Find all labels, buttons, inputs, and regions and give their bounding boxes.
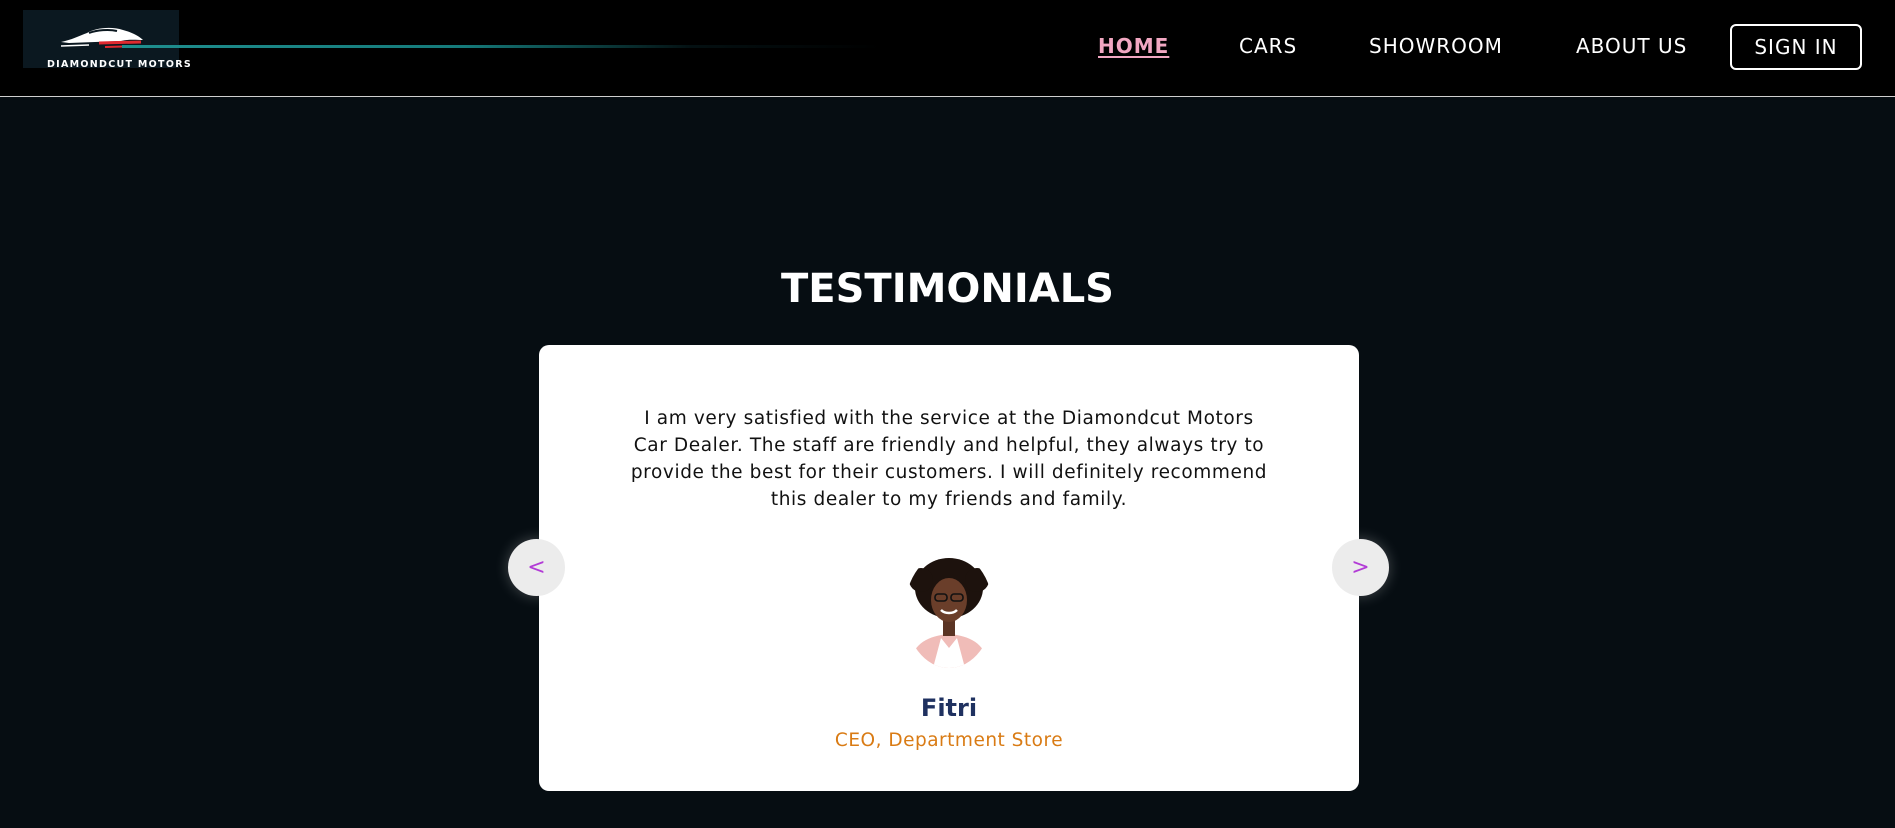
sign-in-button[interactable]: SIGN IN bbox=[1730, 24, 1862, 70]
navbar: DIAMONDCUT MOTORS HOME CARS SHOWROOM ABO… bbox=[0, 0, 1895, 97]
logo-accent-line bbox=[122, 45, 882, 48]
brand-logo[interactable]: DIAMONDCUT MOTORS bbox=[23, 10, 191, 70]
nav-about-link[interactable]: ABOUT US bbox=[1576, 34, 1687, 58]
brand-name: DIAMONDCUT MOTORS bbox=[47, 59, 192, 70]
nav-cars-link[interactable]: CARS bbox=[1239, 34, 1297, 58]
testimonials-title: TESTIMONIALS bbox=[780, 266, 1114, 312]
nav-home-link[interactable]: HOME bbox=[1098, 34, 1169, 58]
testimonial-quote: I am very satisfied with the service at … bbox=[630, 408, 1268, 510]
testimonial-author-name: Fitri bbox=[920, 694, 978, 722]
person-avatar-icon bbox=[905, 552, 993, 668]
testimonial-card: I am very satisfied with the service at … bbox=[539, 345, 1359, 791]
carousel-next-button[interactable]: > bbox=[1332, 539, 1389, 596]
nav-showroom-link[interactable]: SHOWROOM bbox=[1369, 34, 1503, 58]
testimonial-author-role: CEO, Department Store bbox=[834, 730, 1064, 751]
carousel-prev-button[interactable]: < bbox=[508, 539, 565, 596]
